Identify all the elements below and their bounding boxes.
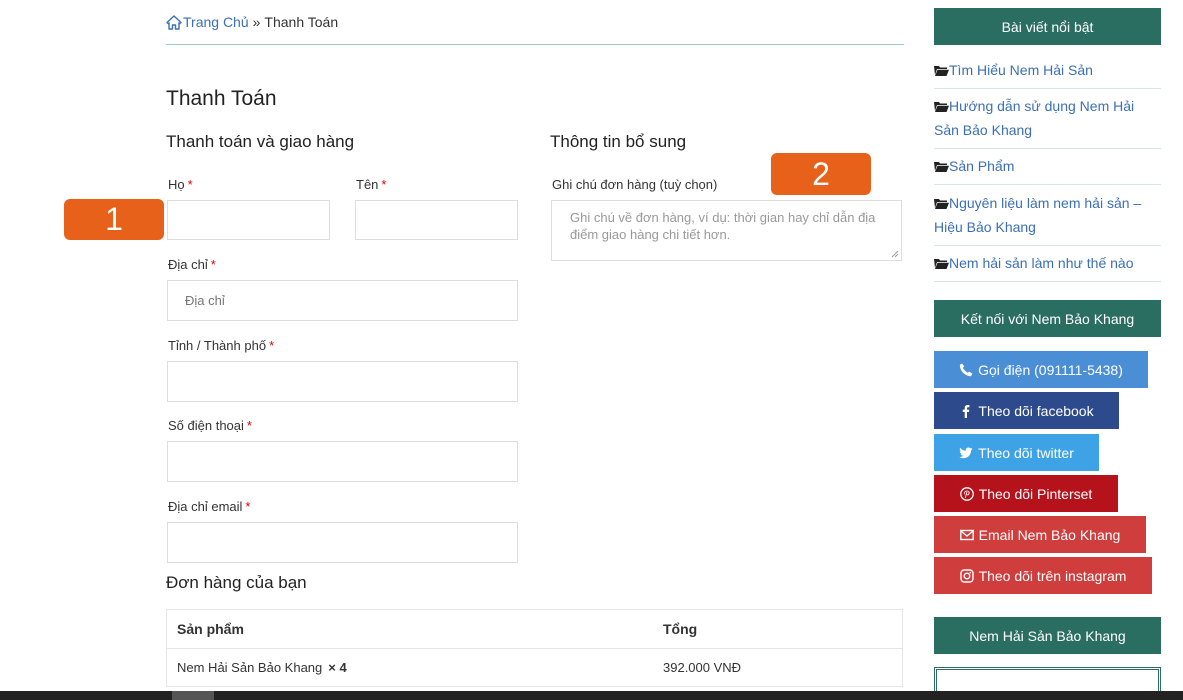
annotation-badge-1: 1	[64, 199, 164, 240]
order-item-name: Nem Hải Sản Bảo Khang × 4	[177, 660, 347, 675]
pinterest-icon	[959, 486, 974, 501]
order-notes-placeholder: Ghi chú về đơn hàng, ví dụ: thời gian ha…	[570, 210, 876, 242]
sidebar-post-link[interactable]: Sản Phẩm	[934, 154, 1161, 178]
page-title: Thanh Toán	[166, 87, 277, 110]
home-icon	[166, 14, 182, 30]
table-row: Nem Hải Sản Bảo Khang × 4 392.000 VNĐ	[167, 649, 902, 687]
pinterest-button[interactable]: Theo dõi Pinterset	[934, 475, 1118, 512]
call-button[interactable]: Gọi điện (091111-5438)	[934, 351, 1148, 388]
last-name-label: Tên *	[356, 177, 387, 192]
annotation-badge-2: 2	[771, 153, 871, 195]
order-table: Sản phẩm Tổng Nem Hải Sản Bảo Khang × 4 3…	[166, 609, 903, 687]
phone-label: Số điện thoại *	[168, 418, 252, 433]
breadcrumb-divider	[166, 44, 904, 45]
order-notes-label: Ghi chú đơn hàng (tuỳ chọn)	[552, 177, 718, 192]
post-divider	[934, 184, 1161, 185]
twitter-button[interactable]: Theo dõi twitter	[934, 434, 1099, 471]
post-divider	[934, 281, 1161, 282]
email-label: Địa chỉ email *	[168, 499, 251, 514]
folder-icon	[934, 199, 949, 209]
first-name-input[interactable]	[167, 200, 330, 240]
email-input[interactable]	[167, 522, 518, 563]
resize-grip-icon[interactable]	[891, 250, 899, 258]
col-product-header: Sản phẩm	[177, 621, 244, 637]
phone-input[interactable]	[167, 441, 518, 482]
folder-icon	[934, 102, 949, 112]
folder-icon	[934, 162, 949, 172]
col-total-header: Tổng	[663, 621, 698, 637]
instagram-button[interactable]: Theo dõi trên instagram	[934, 557, 1152, 594]
order-section-title: Đơn hàng của bạn	[166, 573, 307, 592]
billing-section-title: Thanh toán và giao hàng	[166, 132, 355, 151]
first-name-label: Họ *	[168, 177, 193, 192]
phone-icon	[959, 363, 973, 376]
sidebar-post-link[interactable]: Nguyên liệu làm nem hải sản – Hiệu Bảo K…	[934, 191, 1161, 239]
post-divider	[934, 88, 1161, 89]
address-label: Địa chỉ *	[168, 257, 216, 272]
sidebar-post-link[interactable]: Nem hải sản làm như thế nào	[934, 251, 1161, 275]
order-item-total: 392.000 VNĐ	[663, 660, 742, 675]
twitter-icon	[959, 447, 973, 458]
sidebar-post-link[interactable]: Tìm Hiểu Nem Hải Sản	[934, 58, 1161, 82]
post-divider	[934, 245, 1161, 246]
city-label: Tỉnh / Thành phố *	[168, 338, 275, 353]
order-item-qty: × 4	[328, 660, 347, 675]
instagram-icon	[959, 568, 974, 583]
order-notes-textarea[interactable]: Ghi chú về đơn hàng, ví dụ: thời gian ha…	[551, 200, 902, 261]
address-input[interactable]	[167, 280, 518, 321]
city-input[interactable]	[167, 361, 518, 402]
email-button[interactable]: Email Nem Bảo Khang	[934, 516, 1146, 553]
post-divider	[934, 148, 1161, 149]
breadcrumb-home-label: Trang Chủ	[183, 14, 249, 30]
last-name-input[interactable]	[355, 200, 518, 240]
folder-icon	[934, 259, 949, 269]
breadcrumb-current: Thanh Toán	[264, 14, 339, 30]
order-table-header: Sản phẩm Tổng	[167, 610, 902, 649]
brand-title: Nem Hải Sản Bảo Khang	[934, 617, 1161, 654]
sidebar-post-link[interactable]: Hướng dẫn sử dụng Nem Hải Sản Bảo Khang	[934, 94, 1161, 142]
folder-icon	[934, 66, 949, 76]
breadcrumb-home-link[interactable]: Trang Chủ	[166, 14, 249, 30]
breadcrumb-separator: »	[252, 14, 261, 30]
scrollbar-thumb[interactable]	[172, 691, 214, 700]
featured-posts-title: Bài viết nổi bật	[934, 8, 1161, 45]
connect-title: Kết nối với Nem Bảo Khang	[934, 300, 1161, 337]
facebook-icon	[963, 404, 970, 418]
additional-section-title: Thông tin bổ sung	[550, 132, 687, 151]
envelope-icon	[959, 529, 974, 540]
breadcrumb: Trang Chủ » Thanh Toán	[166, 14, 338, 30]
facebook-button[interactable]: Theo dõi facebook	[934, 392, 1119, 429]
